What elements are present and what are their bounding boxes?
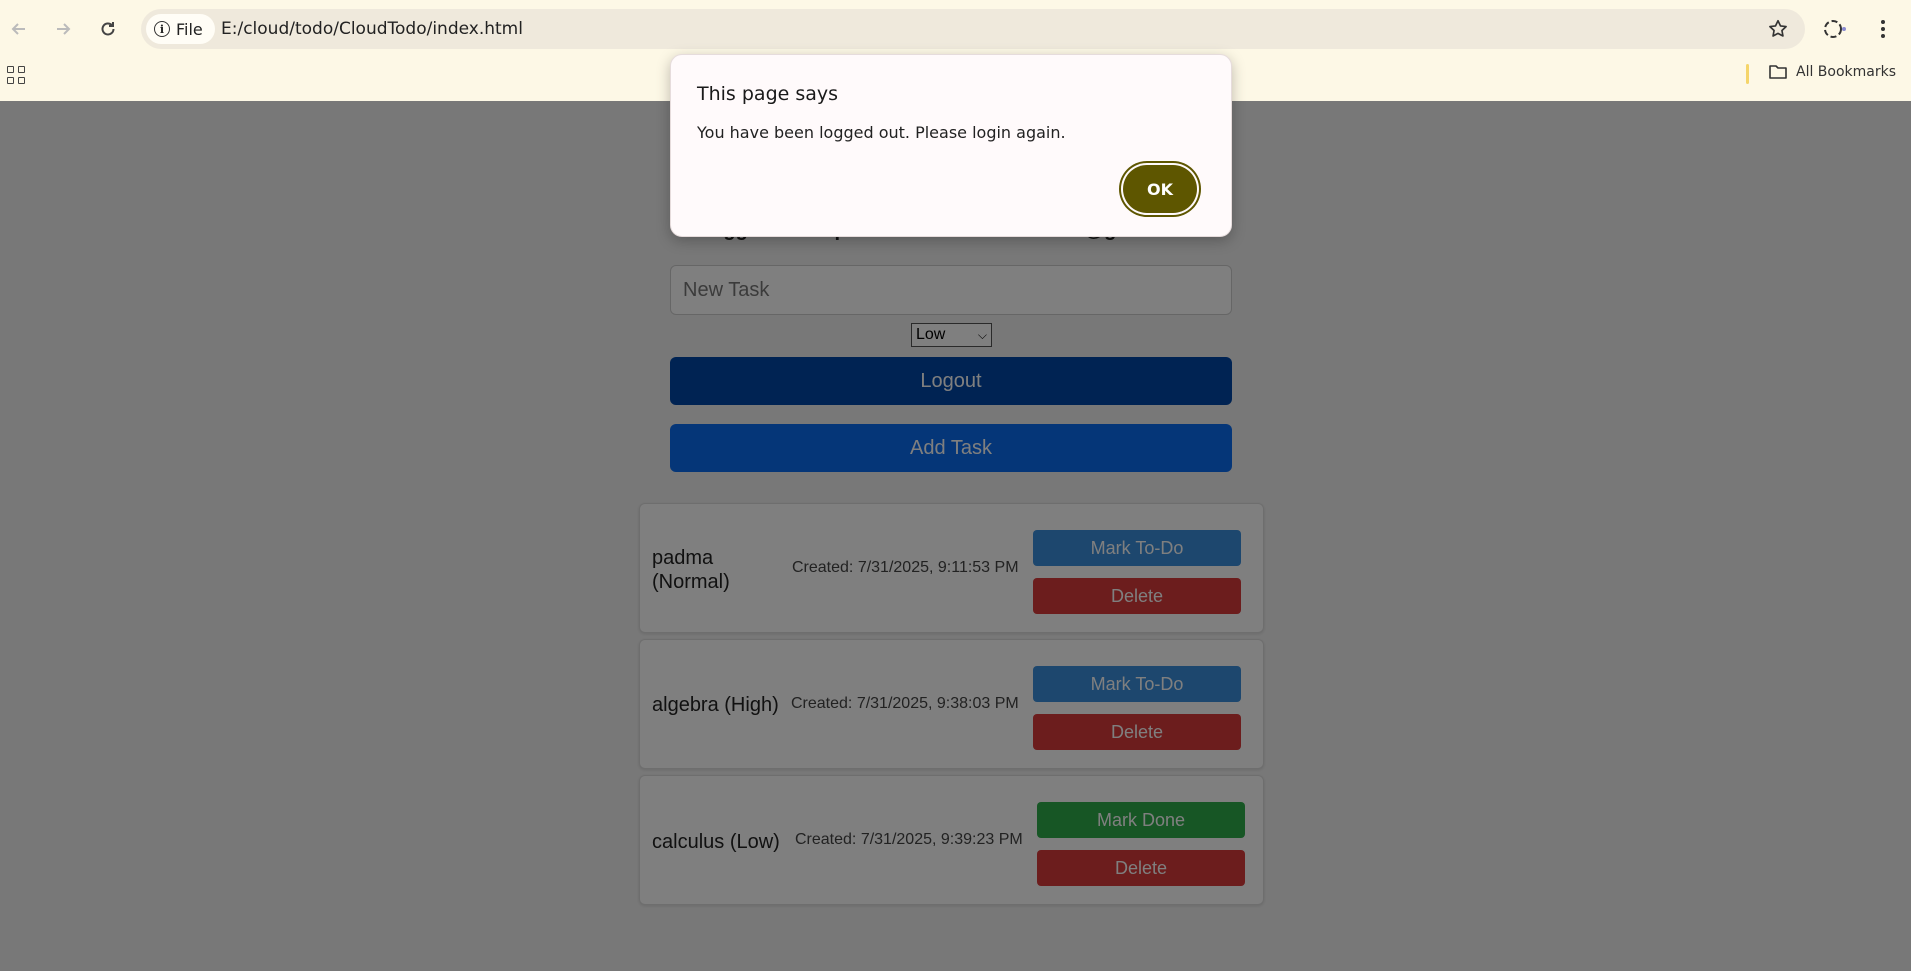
apps-grid-icon[interactable] [7,66,25,84]
extension-icon[interactable] [1820,14,1852,44]
site-info-chip[interactable]: i File [146,14,215,44]
bookmark-star-icon[interactable] [1767,18,1789,40]
all-bookmarks-label: All Bookmarks [1796,64,1897,80]
address-bar[interactable]: i File E:/cloud/todo/CloudTodo/index.htm… [141,9,1805,49]
dialog-title: This page says [697,83,839,105]
reload-icon [101,22,115,36]
url-text[interactable]: E:/cloud/todo/CloudTodo/index.html [221,19,523,39]
dialog-message: You have been logged out. Please login a… [697,123,1066,142]
folder-icon [1769,65,1787,79]
file-chip-label: File [176,19,203,39]
alert-dialog: This page says You have been logged out.… [670,54,1232,237]
bookmarks-separator [1746,64,1749,84]
back-button[interactable] [2,12,36,46]
all-bookmarks-button[interactable]: All Bookmarks [1768,63,1896,81]
arrow-left-icon [11,23,25,35]
ok-button[interactable]: OK [1123,165,1197,213]
arrow-right-icon [57,23,71,35]
forward-button[interactable] [46,12,80,46]
reload-button[interactable] [91,12,125,46]
info-icon: i [154,21,170,37]
browser-menu-button[interactable] [1870,14,1896,44]
browser-toolbar: i File E:/cloud/todo/CloudTodo/index.htm… [0,0,1911,58]
